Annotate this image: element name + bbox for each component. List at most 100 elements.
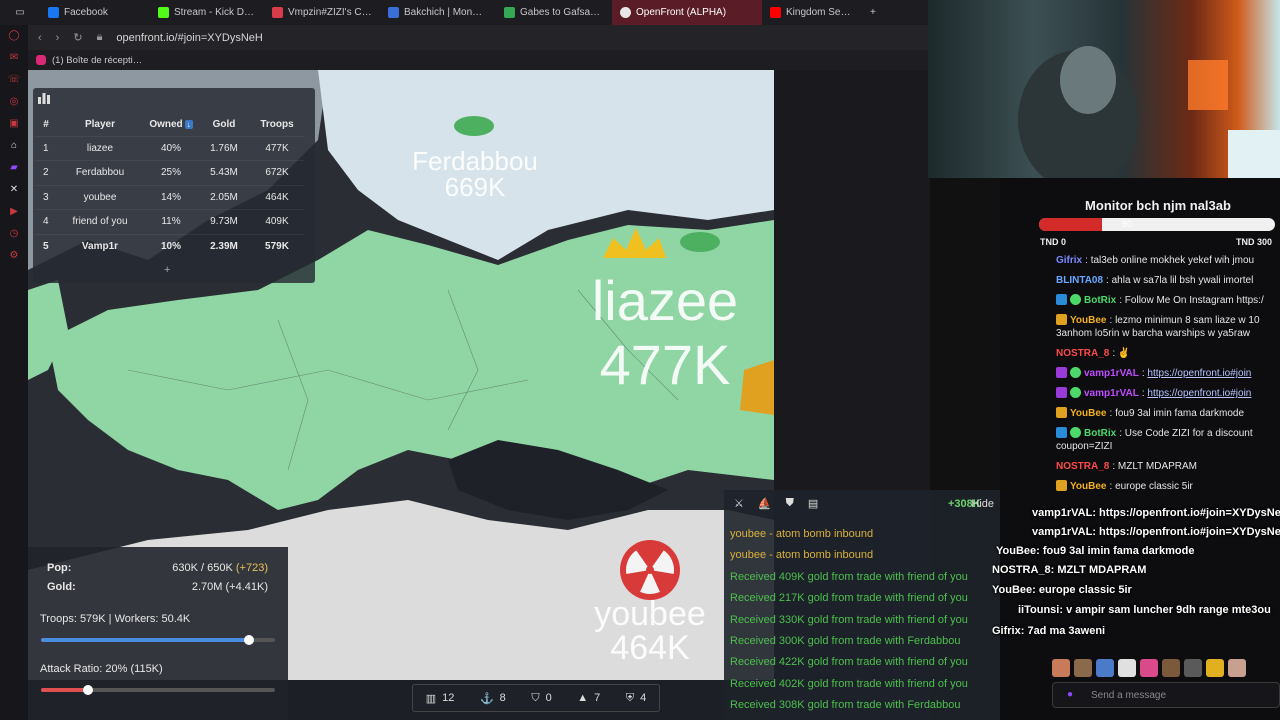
chat-icon[interactable]: ▤ [808,497,818,510]
rank-cell: 1 [35,135,57,161]
chat-user[interactable]: NOSTRA_8 [1056,461,1109,472]
donation-goal-title: Monitor bch njm nal3ab [1085,198,1231,213]
pop-delta: (+723) [235,562,268,574]
tab-bakchich[interactable]: Bakchich | Mon… [380,0,496,25]
twitch-icon[interactable]: ▰ [8,161,20,173]
sort-arrow-icon[interactable]: ↓ [184,120,193,130]
emote-icon[interactable] [1052,659,1070,677]
whatsapp-icon[interactable]: ☏ [8,73,21,85]
messenger-icon[interactable]: ✉ [8,51,20,63]
attack-ratio-slider[interactable] [41,685,275,695]
forward-icon[interactable]: › [56,32,60,44]
defense-counter[interactable]: ⛉ 0 [531,692,551,705]
tab-menu[interactable]: ▭ [0,0,40,25]
back-icon[interactable]: ‹ [38,32,42,44]
tab-openfront[interactable]: OpenFront (ALPHA) [612,0,762,25]
event-line: Received 409K gold from trade with frien… [730,571,968,583]
emote-icon[interactable] [1206,659,1224,677]
donation-max-label: TND 300 [1236,237,1273,247]
tab-facebook[interactable]: Facebook [40,0,150,25]
col-player[interactable]: Player [57,114,143,136]
tab-maps[interactable]: Gabes to Gafsa… [496,0,612,25]
history-icon[interactable]: ◷ [8,227,20,239]
nuke-icon [620,540,680,600]
owned-cell: 11% [143,209,199,234]
instagram-icon[interactable]: ◎ [8,95,20,107]
leaderboard-row[interactable]: 3 youbee 14% 2.05M 464K [35,184,305,210]
overlay-chat-line: vamp1rVAL: https://openfront.io#join=XYD… [1032,507,1280,519]
gold-cell: 5.43M [199,160,249,185]
chat-user[interactable]: YouBee [1070,408,1107,419]
overlay-chat-line: Gifrix: 7ad ma 3aweni [992,625,1106,637]
emote-icon[interactable] [1140,659,1158,677]
leaderboard-row[interactable]: 4 friend of you 11% 9.73M 409K [35,209,305,234]
event-line: youbee - atom bomb inbound [730,528,874,540]
col-owned[interactable]: Owned ↓ [143,114,199,136]
city-counter[interactable]: ▥ 12 [426,692,455,705]
emote-icon[interactable] [1184,659,1202,677]
chat-input[interactable]: ● Send a message [1052,682,1280,708]
maps-icon [504,7,515,18]
leaderboard-expand-button[interactable]: + [164,264,170,276]
leaderboard-row[interactable]: 1 liazee 40% 1.76M 477K [35,135,305,161]
chat-user[interactable]: BotRix [1084,295,1116,306]
emote-icon[interactable] [1162,659,1180,677]
gold-cell: 2.39M [199,233,249,259]
tab-vmpzin[interactable]: Vmpzin#ZIZI's C… [264,0,380,25]
verified-badge-icon [1070,427,1081,438]
new-tab-button[interactable]: + [862,0,884,25]
bookmark-inbox[interactable]: (1) Boîte de récepti… [52,55,142,66]
mic-icon[interactable]: ● [1067,689,1073,700]
attack-slider-thumb[interactable] [82,685,93,695]
emote-icon[interactable] [1074,659,1092,677]
col-troops[interactable]: Troops [249,114,305,136]
verified-badge-icon [1070,367,1081,378]
home-icon[interactable]: ⌂ [8,139,20,151]
tab-youtube[interactable]: Kingdom Se… [762,0,862,25]
event-line: youbee - atom bomb inbound [730,549,874,561]
bar-chart-icon[interactable] [37,92,51,104]
rank-cell: 4 [35,209,57,234]
url-field[interactable]: openfront.io/#join=XYDysNeH [116,32,262,44]
emote-icon[interactable] [1096,659,1114,677]
troops-slider[interactable] [41,635,275,645]
sam-icon: ⛨ [625,691,635,704]
chat-user[interactable]: NOSTRA_8 [1056,348,1109,359]
sword-icon[interactable]: ⚔ [734,497,744,510]
hide-events-button[interactable]: Hide [971,498,994,510]
browser-sidebar: ◯ ✉ ☏ ◎ ▣ ⌂ ▰ ✕ ▶ ◷ ⚙ [0,25,28,720]
troops-slider-thumb[interactable] [244,635,255,645]
mail-icon[interactable]: ▣ [8,117,20,129]
port-counter[interactable]: ⚓ 8 [480,692,506,705]
shield-icon[interactable]: ⛊ [786,497,794,510]
col-gold[interactable]: Gold [199,114,249,136]
chat-user[interactable]: vamp1rVAL [1084,388,1139,399]
tab-kick[interactable]: Stream - Kick D… [150,0,264,25]
overlay-chat-line: iiTounsi: v ampir sam luncher 9dh range … [1018,604,1271,616]
player-icon[interactable]: ▶ [8,205,20,217]
extensions-icon[interactable]: ⚙ [8,249,20,261]
emote-icon[interactable] [1118,659,1136,677]
ship-icon[interactable]: ⛵ [758,497,772,510]
chat-message: vamp1rVAL: https://openfront.io#join [1046,367,1280,380]
sam-counter[interactable]: ⛨ 4 [626,692,646,705]
chat-link[interactable]: https://openfront.io#join [1147,368,1251,379]
missile-counter[interactable]: ▲ 7 [577,692,600,704]
leaderboard-row-self[interactable]: 5 Vamp1r 10% 2.39M 579K [35,233,305,259]
chat-link[interactable]: https://openfront.io#join [1147,388,1251,399]
emote-icon[interactable] [1228,659,1246,677]
chat-user[interactable]: BLINTA08 [1056,275,1103,286]
x-icon[interactable]: ✕ [8,183,20,195]
opera-logo-icon[interactable]: ◯ [8,29,20,41]
leaderboard-row[interactable]: 2 Ferdabbou 25% 5.43M 672K [35,160,305,185]
chat-user[interactable]: vamp1rVAL [1084,368,1139,379]
event-line: Received 300K gold from trade with Ferda… [730,635,961,647]
troops-cell: 672K [249,160,305,185]
reload-icon[interactable]: ↻ [73,31,82,44]
chat-user[interactable]: YouBee [1070,315,1107,326]
chat-message: YouBee: lezmo minimun 8 sam liaze w 10 [1046,314,1280,327]
player-cell: Vamp1r [57,233,143,259]
chat-user[interactable]: Gifrix [1056,255,1082,266]
tab-bar: ▭ Facebook Stream - Kick D… Vmpzin#ZIZI'… [0,0,930,25]
chat-user[interactable]: BotRix [1084,428,1116,439]
